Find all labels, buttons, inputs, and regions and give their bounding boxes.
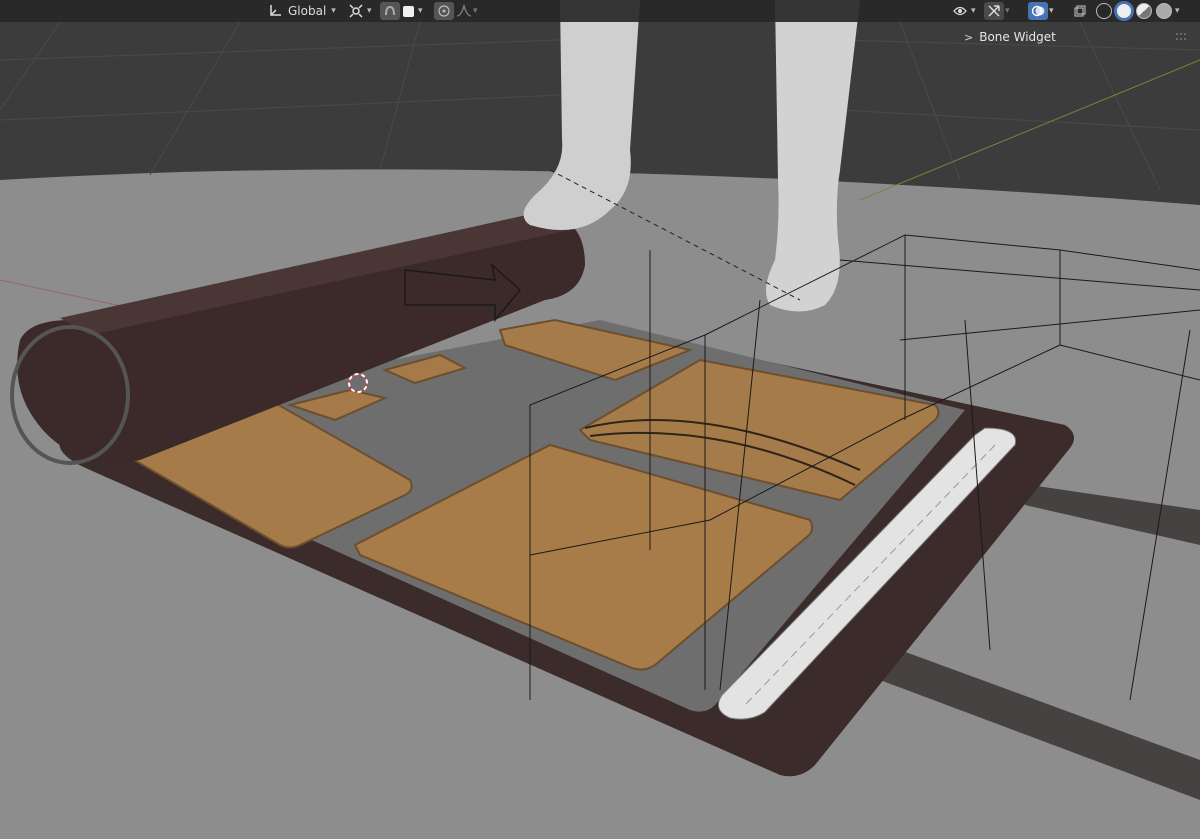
visibility-group: ▾ <box>950 2 976 20</box>
falloff-curve-icon[interactable] <box>456 2 472 20</box>
bone-widget-title: Bone Widget <box>979 30 1056 44</box>
chevron-down-icon: ▾ <box>331 6 336 16</box>
chevron-down-icon[interactable]: ▾ <box>367 6 372 16</box>
snap-group: ▾ <box>380 2 423 20</box>
orientation-group: Global ▾ <box>268 2 336 20</box>
overlay-group: ▾ <box>1028 2 1054 20</box>
pivot-point-icon[interactable] <box>346 2 366 20</box>
chevron-down-icon[interactable]: ▾ <box>418 6 423 16</box>
chevron-down-icon[interactable]: ▾ <box>473 6 478 16</box>
chevron-down-icon[interactable]: ▾ <box>1005 6 1010 16</box>
bone-widget-panel-header[interactable]: > Bone Widget <box>964 28 1056 46</box>
snap-icon[interactable] <box>380 2 400 20</box>
transform-orientation-dropdown[interactable]: Global ▾ <box>288 2 336 20</box>
transform-orientation-label: Global <box>288 4 327 18</box>
panel-drag-handle-icon[interactable] <box>1176 33 1188 41</box>
material-preview-icon[interactable] <box>1136 3 1152 19</box>
solid-shading-icon[interactable] <box>1116 3 1132 19</box>
chevron-down-icon[interactable]: ▾ <box>971 6 976 16</box>
transform-orientation-icon[interactable] <box>268 2 282 20</box>
xray-icon[interactable] <box>1070 2 1090 20</box>
rendered-shading-icon[interactable] <box>1156 3 1172 19</box>
proportional-editing-icon[interactable] <box>434 2 454 20</box>
visibility-icon[interactable] <box>950 2 970 20</box>
chevron-down-icon[interactable]: ▾ <box>1049 6 1054 16</box>
shading-group: ▾ <box>1070 2 1180 20</box>
snap-target-icon[interactable] <box>403 2 414 20</box>
chevron-right-icon: > <box>964 30 974 44</box>
viewport-header: Global ▾ ▾ ▾ ▾ ▾ ▾ ▾ ▾ <box>0 0 1200 22</box>
gizmo-group: ▾ <box>984 2 1010 20</box>
viewport-scene[interactable] <box>0 0 1200 839</box>
chevron-down-icon[interactable]: ▾ <box>1175 6 1180 16</box>
gizmo-icon[interactable] <box>984 2 1004 20</box>
proportional-group: ▾ <box>434 2 478 20</box>
wireframe-shading-icon[interactable] <box>1096 3 1112 19</box>
pivot-group: ▾ <box>346 2 372 20</box>
3d-viewport[interactable]: Global ▾ ▾ ▾ ▾ ▾ ▾ ▾ ▾ > Bone Widget <box>0 0 1200 839</box>
overlay-icon[interactable] <box>1028 2 1048 20</box>
